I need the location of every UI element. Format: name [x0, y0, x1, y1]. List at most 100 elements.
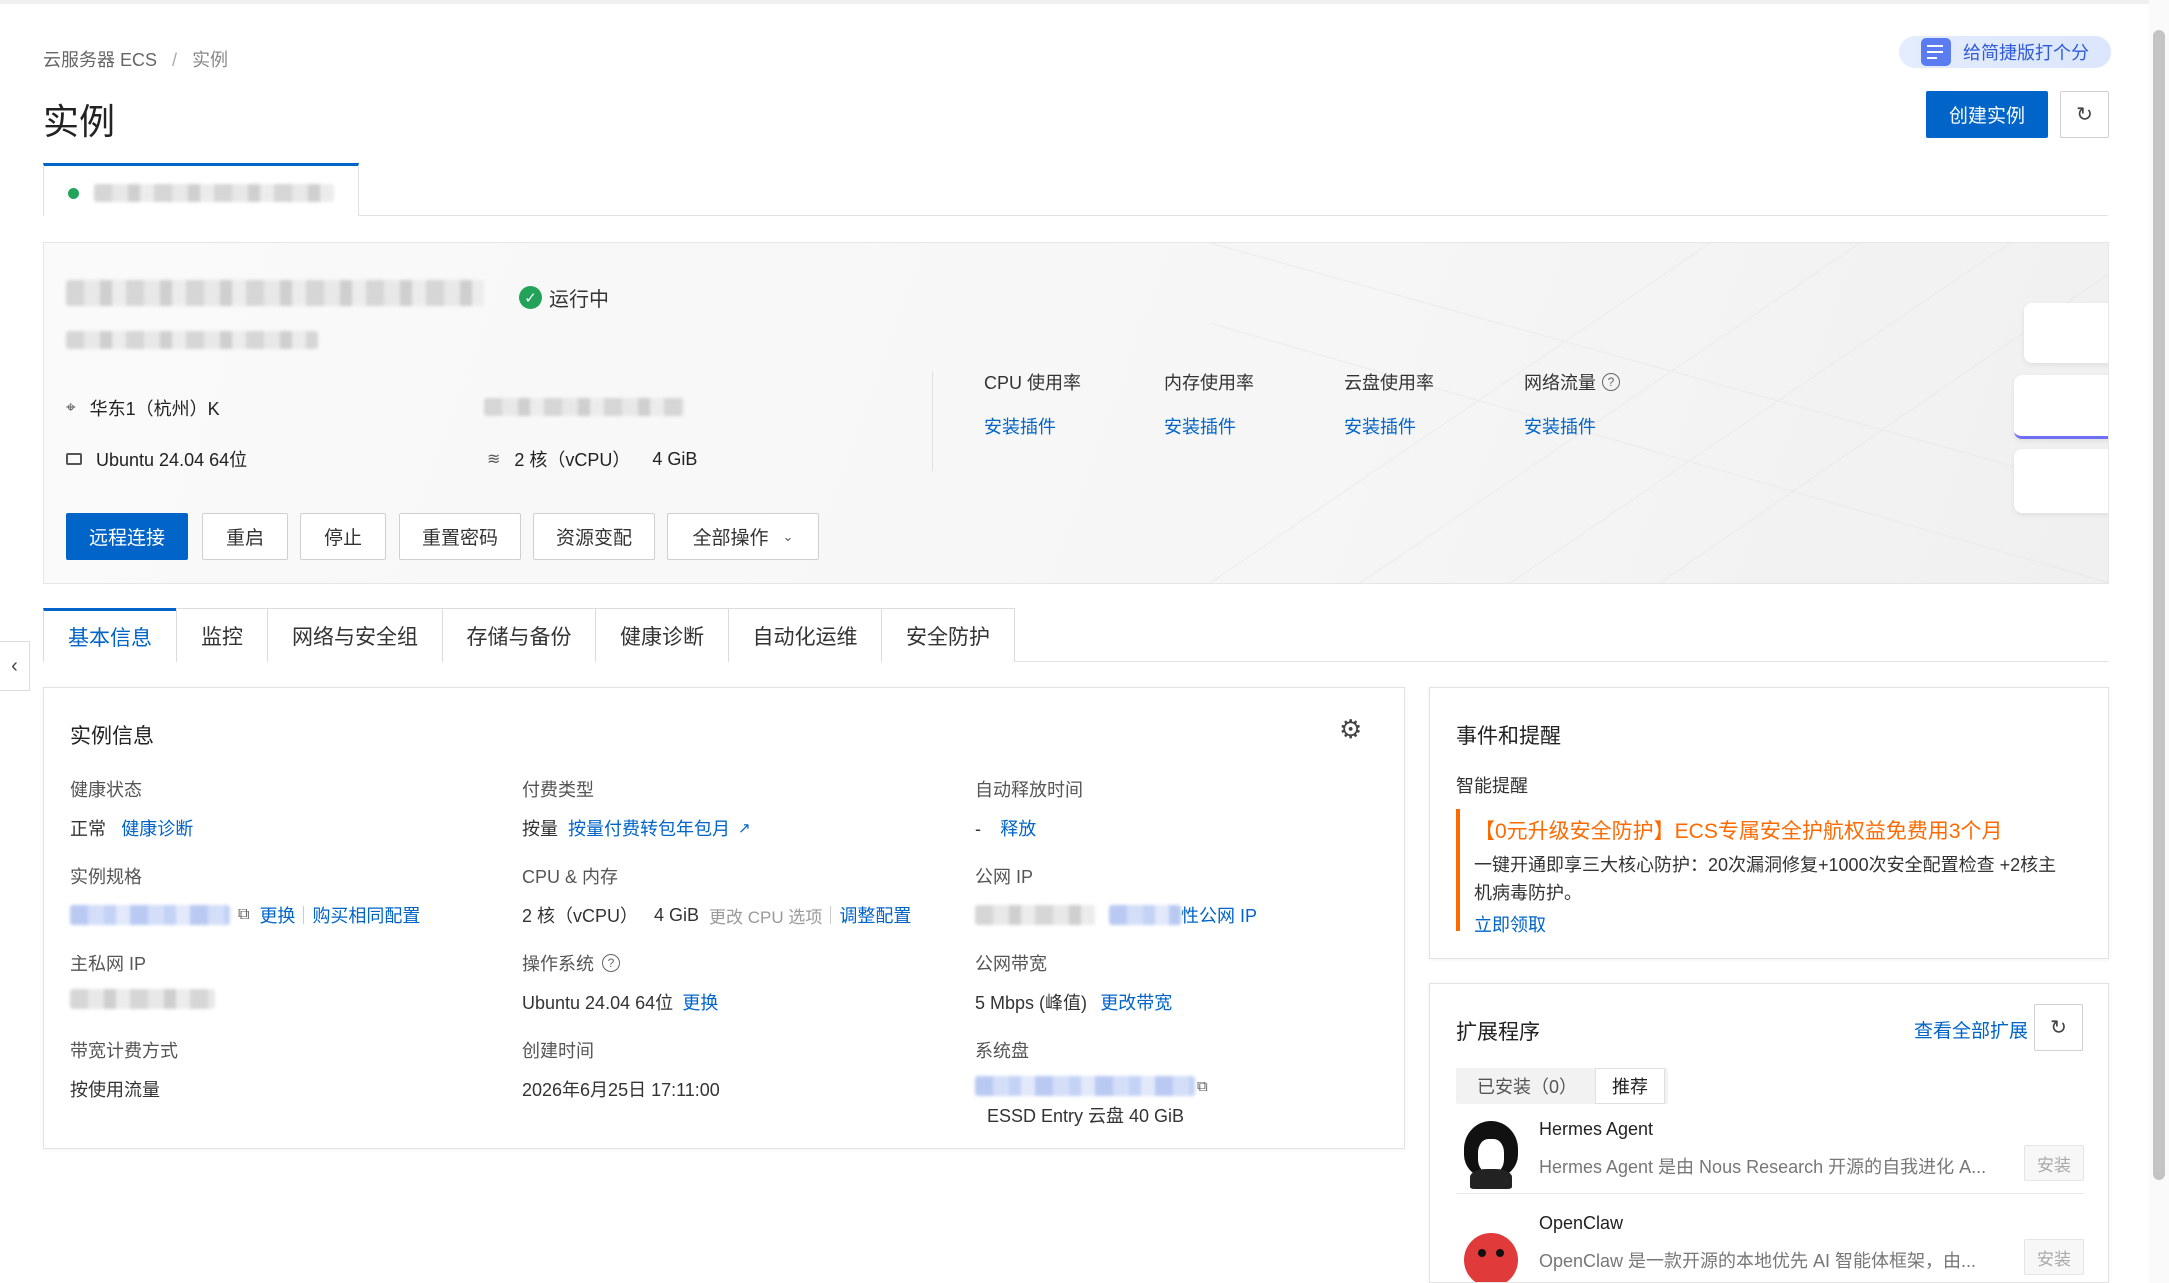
metric-network: 网络流量 ? 安装插件 — [1524, 369, 1620, 439]
all-actions-dropdown[interactable]: 全部操作 ⌄ — [667, 513, 819, 560]
install-plugin-link[interactable]: 安装插件 — [1524, 413, 1620, 439]
help-icon[interactable]: ? — [602, 954, 620, 972]
chevron-down-icon: ⌄ — [782, 528, 794, 544]
metric-title: 内存使用率 — [1164, 373, 1254, 393]
cpu-text: 2 核（vCPU） — [514, 450, 631, 470]
bandwidth-billing-label: 带宽计费方式 — [70, 1041, 178, 1061]
copy-icon[interactable]: ⧉ — [238, 906, 249, 924]
instance-name-blurred — [94, 184, 334, 202]
install-button[interactable]: 安装 — [2024, 1239, 2084, 1275]
tab-recommend[interactable]: 推荐 — [1595, 1068, 1666, 1104]
promo-title[interactable]: 【0元升级安全防护】ECS专属安全护航权益免费用3个月 — [1474, 815, 2003, 845]
tab-health[interactable]: 健康诊断 — [595, 608, 729, 662]
tab-installed[interactable]: 已安装（0） — [1459, 1073, 1595, 1099]
cpu-options-hint: 更改 CPU 选项 — [709, 907, 823, 927]
tab-network-security[interactable]: 网络与安全组 — [267, 608, 443, 662]
install-plugin-link[interactable]: 安装插件 — [984, 413, 1081, 439]
scrollbar-thumb[interactable] — [2153, 30, 2165, 1180]
health-diagnose-link[interactable]: 健康诊断 — [121, 819, 193, 839]
private-ip-label: 主私网 IP — [70, 954, 147, 974]
refresh-icon: ↻ — [2050, 1017, 2067, 1039]
instance-summary-card: ✓ 运行中 ⌖ 华东1（杭州）K Ubuntu 24.04 64位 ≋ 2 核（… — [43, 242, 2109, 584]
sliders-icon: ≋ — [487, 451, 501, 468]
billing-value: 按量 — [522, 819, 558, 839]
ip-blurred — [484, 398, 684, 416]
help-icon[interactable]: ? — [1602, 373, 1620, 391]
spec-info: ≋ 2 核（vCPU） 4 GiB — [487, 446, 697, 472]
disk-id-blurred — [975, 1076, 1195, 1096]
stop-button[interactable]: 停止 — [300, 513, 386, 560]
instance-info-card: 实例信息 ⚙ 健康状态 正常 健康诊断 实例规格 ⧉ 更换 购买相同配置 主私网… — [43, 687, 1405, 1149]
feedback-button[interactable]: 给简捷版打个分 — [1899, 36, 2111, 68]
breadcrumb: 云服务器 ECS / 实例 — [43, 46, 228, 72]
install-plugin-link[interactable]: 安装插件 — [1164, 413, 1254, 439]
collapse-sidebar-button[interactable]: ‹ — [0, 641, 30, 691]
reset-password-button[interactable]: 重置密码 — [399, 513, 521, 560]
tab-automation[interactable]: 自动化运维 — [728, 608, 882, 662]
metric-cpu: CPU 使用率 安装插件 — [984, 369, 1081, 439]
breadcrumb-root[interactable]: 云服务器 ECS — [43, 50, 157, 70]
tab-security[interactable]: 安全防护 — [881, 608, 1015, 662]
disk-value: ESSD Entry 云盘 40 GiB — [987, 1106, 1185, 1126]
copy-icon[interactable]: ⧉ — [1197, 1078, 1208, 1095]
memory-text: 4 GiB — [652, 448, 698, 469]
refresh-button[interactable]: ↻ — [2060, 91, 2109, 138]
metric-title: 网络流量 — [1524, 373, 1596, 393]
events-subtitle: 智能提醒 — [1456, 776, 1528, 796]
cpu-memory-label: CPU & 内存 — [522, 867, 619, 887]
monitor-icon — [66, 453, 82, 465]
breadcrumb-current: 实例 — [192, 50, 229, 70]
buy-same-config-link[interactable]: 购买相同配置 — [312, 902, 420, 928]
extension-desc: OpenClaw 是一款开源的本地优先 AI 智能体框架，由... — [1539, 1251, 1977, 1271]
tab-basic-info[interactable]: 基本信息 — [43, 608, 177, 662]
status-text: 运行中 — [549, 289, 609, 311]
cpu-value: 2 核（vCPU） — [522, 906, 639, 926]
metric-memory: 内存使用率 安装插件 — [1164, 369, 1254, 439]
list-item: Hermes Agent Hermes Agent 是由 Nous Resear… — [1456, 1119, 2084, 1194]
claim-now-link[interactable]: 立即领取 — [1474, 911, 1546, 937]
install-button[interactable]: 安装 — [2024, 1145, 2084, 1181]
private-ip-blurred — [70, 989, 215, 1009]
metric-title: CPU 使用率 — [984, 373, 1082, 393]
feedback-icon — [1921, 38, 1951, 66]
install-plugin-link[interactable]: 安装插件 — [1344, 413, 1434, 439]
change-os-link[interactable]: 更换 — [682, 993, 718, 1013]
adjust-config-link[interactable]: 调整配置 — [839, 902, 911, 928]
extension-desc: Hermes Agent 是由 Nous Research 开源的自我进化 A.… — [1539, 1157, 1987, 1177]
region: ⌖ 华东1（杭州）K — [66, 395, 220, 421]
region-text: 华东1（杭州）K — [89, 399, 220, 419]
spec-label: 实例规格 — [70, 867, 142, 887]
extensions-card: 扩展程序 查看全部扩展 ↻ 已安装（0） 推荐 Hermes Agent Her… — [1429, 983, 2109, 1283]
restart-button[interactable]: 重启 — [202, 513, 288, 560]
public-ip-label: 公网 IP — [975, 867, 1034, 887]
convert-subscription-link[interactable]: 按量付费转包年包月 — [568, 815, 730, 841]
release-link[interactable]: 释放 — [1000, 819, 1036, 839]
page-title: 实例 — [43, 101, 116, 142]
change-bandwidth-link[interactable]: 更改带宽 — [1100, 993, 1172, 1013]
events-title: 事件和提醒 — [1456, 725, 1561, 748]
resize-button[interactable]: 资源变配 — [533, 513, 655, 560]
disk-label: 系统盘 — [975, 1041, 1029, 1061]
extension-name: OpenClaw — [1539, 1213, 1624, 1233]
spec-change-link[interactable]: 更换 — [259, 902, 295, 928]
instance-tab[interactable] — [43, 163, 359, 216]
chevron-left-icon: ‹ — [11, 654, 18, 677]
tab-monitor[interactable]: 监控 — [176, 608, 268, 662]
refresh-icon: ↻ — [2076, 104, 2093, 126]
breadcrumb-sep: / — [172, 50, 178, 70]
remote-connect-button[interactable]: 远程连接 — [66, 513, 188, 560]
create-instance-button[interactable]: 创建实例 — [1926, 91, 2048, 138]
memory-value: 4 GiB — [654, 904, 700, 925]
external-link-icon[interactable]: ↗ — [738, 819, 751, 837]
server-illustration — [2014, 303, 2108, 523]
card-title: 实例信息 — [70, 725, 154, 748]
public-ip-link[interactable]: 性公网 IP — [1181, 902, 1257, 928]
bandwidth-billing-value: 按使用流量 — [70, 1080, 160, 1100]
created-label: 创建时间 — [522, 1041, 594, 1061]
extension-name: Hermes Agent — [1539, 1119, 1654, 1139]
gear-icon[interactable]: ⚙ — [1339, 714, 1362, 745]
page-scrollbar[interactable] — [2149, 0, 2169, 1283]
extensions-refresh-button[interactable]: ↻ — [2034, 1004, 2083, 1051]
tab-storage-backup[interactable]: 存储与备份 — [442, 608, 596, 662]
view-all-extensions-link[interactable]: 查看全部扩展 — [1914, 1016, 2028, 1043]
